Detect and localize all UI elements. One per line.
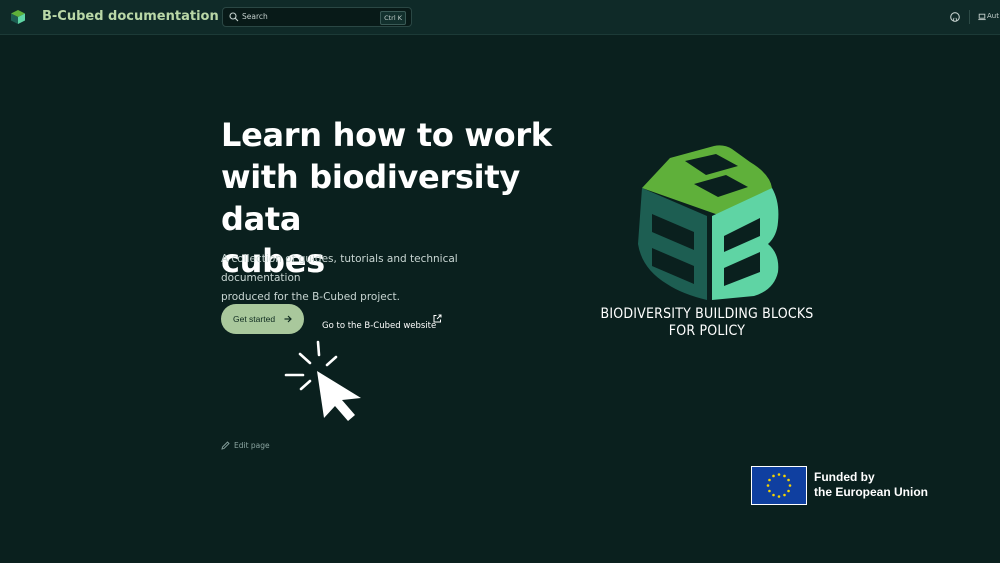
eu-star bbox=[787, 489, 790, 493]
theme-select-label[interactable]: Aut bbox=[987, 12, 999, 20]
search-placeholder: Search bbox=[242, 12, 268, 21]
get-started-button[interactable]: Get started bbox=[221, 304, 304, 334]
logo-caption-line: BIODIVERSITY BUILDING BLOCKS bbox=[600, 306, 814, 322]
eu-star bbox=[787, 478, 790, 482]
hero-tagline-line: A collection of guides, tutorials and te… bbox=[221, 253, 458, 284]
arrow-right-icon bbox=[284, 315, 292, 323]
b-cubed-website-label: Go to the B-Cubed website bbox=[322, 321, 437, 331]
b-cubed-website-link[interactable]: Go to the B-Cubed website bbox=[322, 313, 442, 331]
eu-funding-text: Funded by the European Union bbox=[814, 470, 928, 500]
eu-funding-line: Funded by bbox=[814, 470, 875, 484]
laptop-icon[interactable] bbox=[978, 13, 986, 21]
search-box[interactable]: Search Ctrl K bbox=[222, 7, 412, 27]
eu-star bbox=[783, 474, 786, 478]
search-icon bbox=[229, 12, 239, 22]
eu-star bbox=[783, 493, 786, 497]
hero-tagline-line: produced for the B-Cubed project. bbox=[221, 291, 400, 303]
get-started-label: Get started bbox=[233, 314, 276, 324]
eu-star bbox=[772, 493, 775, 497]
navbar-divider bbox=[969, 10, 970, 24]
eu-star bbox=[766, 484, 770, 487]
eu-star bbox=[777, 473, 781, 476]
eu-star bbox=[777, 495, 781, 498]
page: B-Cubed documentation Search Ctrl K Aut … bbox=[0, 0, 1000, 563]
eu-funding-line: the European Union bbox=[814, 485, 928, 499]
b-cubed-project-logo bbox=[638, 145, 779, 300]
pencil-icon bbox=[221, 441, 230, 450]
project-logo-caption: BIODIVERSITY BUILDING BLOCKS FOR POLICY bbox=[596, 306, 818, 340]
hero-tagline: A collection of guides, tutorials and te… bbox=[221, 250, 521, 307]
eu-stars-icon bbox=[766, 473, 792, 498]
eu-star bbox=[772, 474, 775, 478]
edit-page-label: Edit page bbox=[234, 441, 270, 450]
cursor-click-icon bbox=[284, 340, 361, 421]
b-cubed-logo-icon[interactable] bbox=[10, 9, 26, 25]
eu-flag bbox=[751, 466, 807, 505]
logo-caption-line: FOR POLICY bbox=[668, 323, 746, 339]
eu-star bbox=[768, 478, 771, 482]
eu-star bbox=[768, 489, 771, 493]
search-shortcut-badge: Ctrl K bbox=[380, 11, 406, 25]
top-navbar: B-Cubed documentation Search Ctrl K Aut bbox=[0, 0, 1000, 35]
hero-title-line: Learn how to work bbox=[221, 116, 552, 154]
hero-title-line: with biodiversity data bbox=[221, 158, 520, 238]
external-link-icon bbox=[433, 314, 442, 323]
eu-star bbox=[788, 484, 792, 487]
github-icon[interactable] bbox=[950, 12, 960, 22]
site-title[interactable]: B-Cubed documentation bbox=[42, 9, 219, 24]
